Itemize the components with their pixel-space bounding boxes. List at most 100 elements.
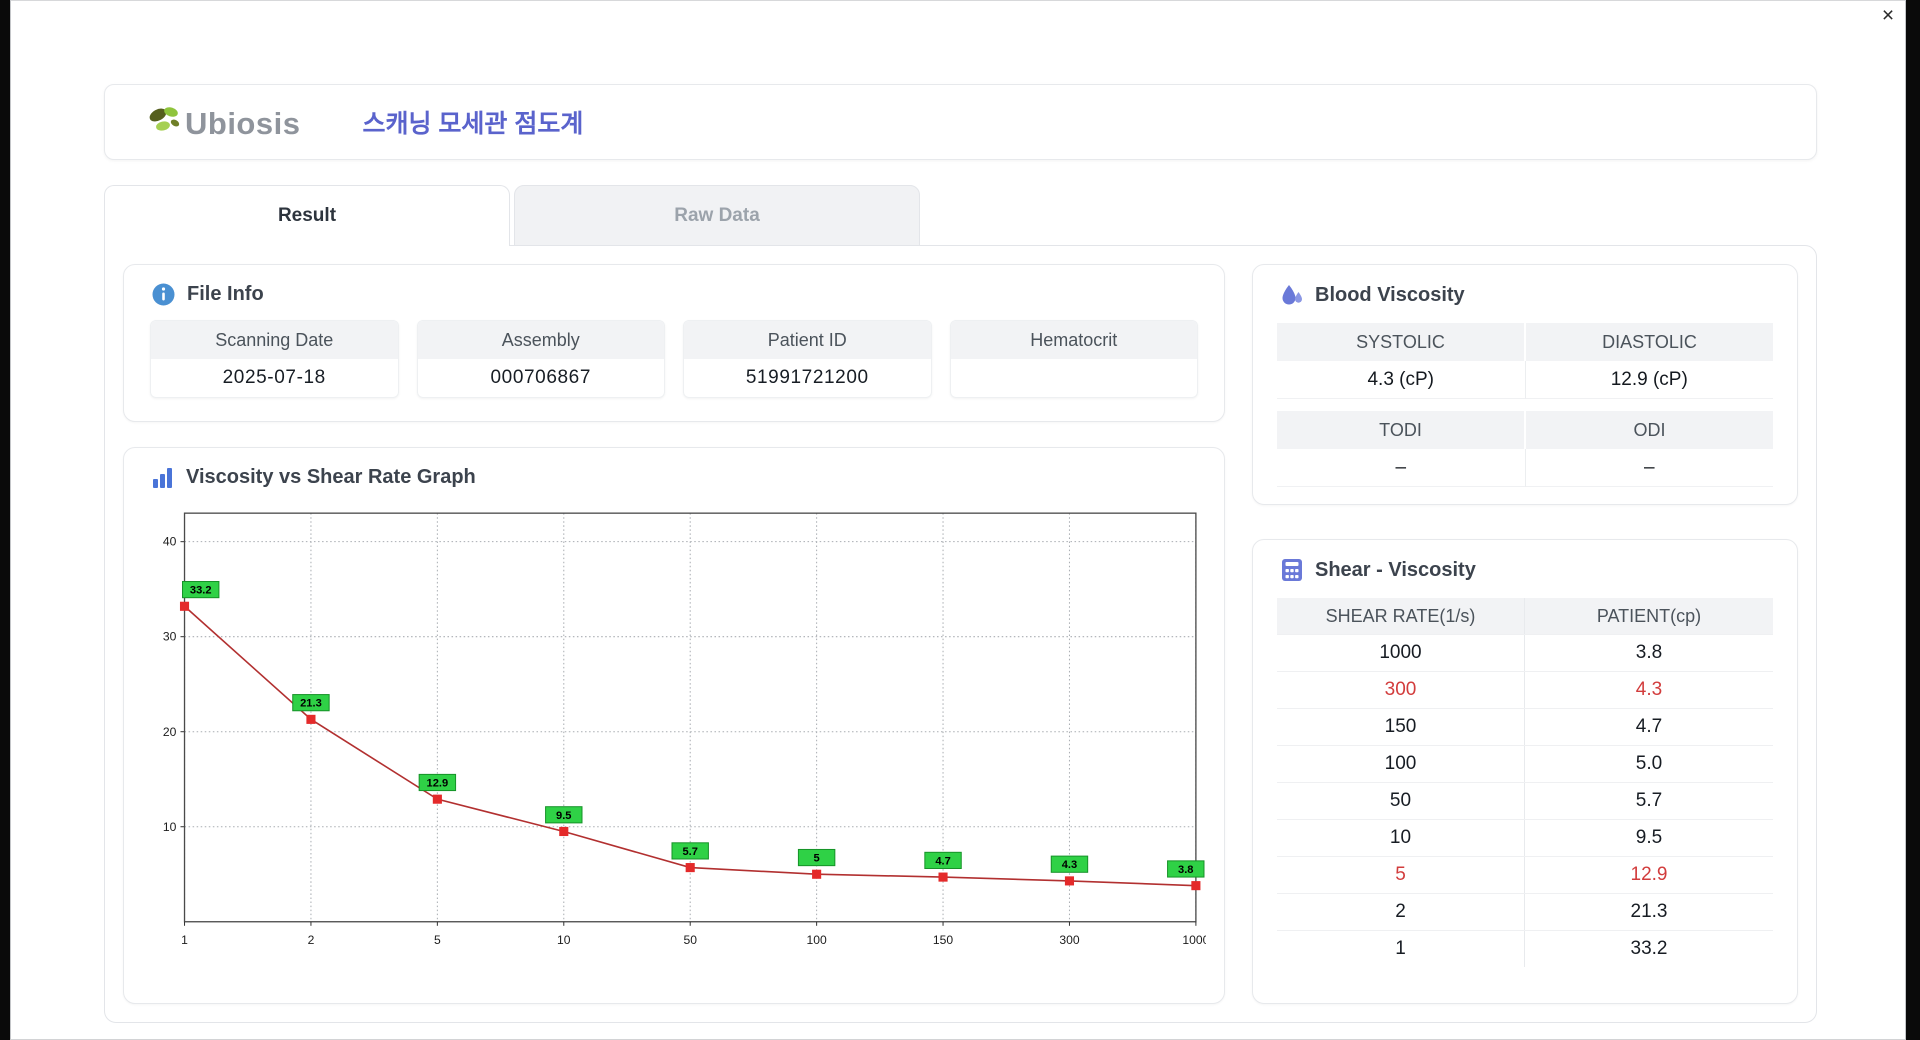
shear-row: 150 4.7 <box>1277 708 1773 745</box>
file-info-title: File Info <box>187 283 264 305</box>
viscosity-chart: 10 20 30 40 1 33.2 2 21.3 5 12.9 10 9.5 50 5.7 100 5 150… <box>138 499 1206 966</box>
right-column: Blood Viscosity SYSTOLIC DIASTOLIC 4.3 (cP… <box>1252 264 1798 1004</box>
shear-row: 300 4.3 <box>1277 671 1773 708</box>
field-value <box>951 359 1198 397</box>
bv-value-row: – – <box>1277 449 1773 487</box>
patient-value-cell: 4.7 <box>1635 716 1663 737</box>
bv-group: SYSTOLIC DIASTOLIC 4.3 (cP) 12.9 (cP) <box>1277 323 1773 399</box>
shear-row: 100 5.0 <box>1277 745 1773 782</box>
shear-rate-cell: 5 <box>1277 857 1525 893</box>
patient-value-cell: 5.0 <box>1635 753 1663 774</box>
patient-value-cell: 12.9 <box>1630 864 1668 885</box>
logo-text: Ubiosis <box>185 106 301 141</box>
svg-text:9.5: 9.5 <box>556 810 571 822</box>
svg-text:33.2: 33.2 <box>190 585 212 597</box>
svg-text:12.9: 12.9 <box>427 778 449 790</box>
page-content: Ubiosis 스캐닝 모세관 점도계 Result Raw Data File <box>11 1 1905 1039</box>
svg-text:10: 10 <box>557 933 571 947</box>
tab-raw-data[interactable]: Raw Data <box>514 185 920 246</box>
shear-column-header: PATIENT(cp) <box>1596 606 1702 626</box>
patient-value-cell: 5.7 <box>1635 790 1663 811</box>
field-value: 51991721200 <box>745 367 869 388</box>
close-icon[interactable]: × <box>1875 3 1901 29</box>
bv-header-row: SYSTOLIC DIASTOLIC <box>1277 323 1773 361</box>
shear-rate-cell: 100 <box>1277 746 1525 782</box>
tab-result[interactable]: Result <box>104 185 510 246</box>
svg-text:50: 50 <box>683 933 697 947</box>
shear-row: 1 33.2 <box>1277 930 1773 967</box>
field-label: Assembly <box>417 321 664 359</box>
graph-card: Viscosity vs Shear Rate Graph 10 20 30 40 1 3… <box>123 447 1225 1004</box>
field-value: 000706867 <box>490 367 591 388</box>
svg-text:1000: 1000 <box>1182 933 1206 947</box>
calculator-icon <box>1282 559 1302 581</box>
blood-viscosity-table: SYSTOLIC DIASTOLIC 4.3 (cP) 12.9 (cP) TODI OD… <box>1277 323 1773 487</box>
page-title: 스캐닝 모세관 점도계 <box>362 110 584 138</box>
bv-header-cell: TODI <box>1277 411 1524 449</box>
bv-value-cell: – <box>1524 449 1773 487</box>
shear-viscosity-table: SHEAR RATE(1/s) PATIENT(cp) 1000 3.8 300 4.3 1… <box>1277 598 1773 967</box>
bv-value-cell: 12.9 (cP) <box>1524 361 1773 399</box>
svg-text:4.7: 4.7 <box>935 855 950 867</box>
file-info-field: Patient ID 51991721200 <box>683 320 932 398</box>
shear-viscosity-title: Shear - Viscosity <box>1315 558 1476 581</box>
patient-value-cell: 33.2 <box>1630 938 1668 959</box>
bv-value-cell: 4.3 (cP) <box>1277 361 1525 399</box>
tab-bar: Result Raw Data <box>104 185 1817 246</box>
info-icon <box>152 283 175 306</box>
droplet-icon <box>1282 285 1302 305</box>
svg-text:5.7: 5.7 <box>682 846 697 858</box>
shear-rate-cell: 300 <box>1277 672 1525 708</box>
file-info-fields: Scanning Date 2025-07-18 Assembly 000706867… <box>150 320 1198 398</box>
svg-text:3.8: 3.8 <box>1178 864 1193 876</box>
file-info-field: Hematocrit <box>949 320 1198 398</box>
patient-value-cell: 3.8 <box>1635 642 1663 663</box>
file-info-field: Assembly 000706867 <box>416 320 665 398</box>
shear-row: 50 5.7 <box>1277 782 1773 819</box>
shear-row: 10 9.5 <box>1277 819 1773 856</box>
shear-column-header: SHEAR RATE(1/s) <box>1277 598 1525 634</box>
blood-viscosity-card: Blood Viscosity SYSTOLIC DIASTOLIC 4.3 (cP… <box>1252 264 1798 505</box>
bv-value-row: 4.3 (cP) 12.9 (cP) <box>1277 361 1773 399</box>
svg-text:40: 40 <box>163 535 177 549</box>
svg-text:30: 30 <box>163 630 177 644</box>
viscosity-chart-svg: 10 20 30 40 1 33.2 2 21.3 5 12.9 10 9.5 50 5.7 100 5 150… <box>163 512 1206 947</box>
shear-row: 2 21.3 <box>1277 893 1773 930</box>
svg-text:300: 300 <box>1059 933 1079 947</box>
patient-value-cell: 9.5 <box>1635 827 1663 848</box>
bar-chart-icon <box>153 467 172 488</box>
header-card: Ubiosis 스캐닝 모세관 점도계 <box>104 84 1817 160</box>
shear-header-row: SHEAR RATE(1/s) PATIENT(cp) <box>1277 598 1773 634</box>
shear-viscosity-title-row: Shear - Viscosity <box>1253 540 1797 582</box>
shear-rate-cell: 1 <box>1277 931 1525 967</box>
ubiosis-logo: Ubiosis <box>147 105 300 139</box>
shear-rate-cell: 50 <box>1277 783 1525 819</box>
graph-title: Viscosity vs Shear Rate Graph <box>186 466 476 488</box>
logo-leaf-icon <box>149 107 180 131</box>
shear-row: 1000 3.8 <box>1277 634 1773 671</box>
field-label: Hematocrit <box>950 321 1197 359</box>
svg-text:1: 1 <box>181 933 188 947</box>
svg-text:5: 5 <box>814 853 820 865</box>
shear-rate-cell: 150 <box>1277 709 1525 745</box>
blood-viscosity-title: Blood Viscosity <box>1315 283 1465 306</box>
field-value: 2025-07-18 <box>222 367 326 388</box>
svg-text:4.3: 4.3 <box>1062 859 1077 871</box>
bv-header-cell: ODI <box>1524 411 1773 449</box>
patient-value-cell: 4.3 <box>1635 679 1663 700</box>
svg-text:20: 20 <box>163 725 177 739</box>
bv-header-cell: DIASTOLIC <box>1524 323 1773 361</box>
svg-text:21.3: 21.3 <box>300 698 322 710</box>
bv-group: TODI ODI – – <box>1277 411 1773 487</box>
main-panel: File Info Scanning Date 2025-07-18 Assembl… <box>104 245 1817 1023</box>
bv-header-cell: SYSTOLIC <box>1277 323 1524 361</box>
svg-text:100: 100 <box>807 933 827 947</box>
file-info-card: File Info Scanning Date 2025-07-18 Assembl… <box>123 264 1225 422</box>
svg-text:5: 5 <box>434 933 441 947</box>
bv-header-row: TODI ODI <box>1277 411 1773 449</box>
shear-viscosity-card: Shear - Viscosity SHEAR RATE(1/s) PATIENT… <box>1252 539 1798 1004</box>
app-window: × Ubiosis 스캐닝 모세관 점도계 Result Raw Data Fi… <box>10 0 1906 1040</box>
blood-viscosity-title-row: Blood Viscosity <box>1253 265 1797 307</box>
shear-row: 5 12.9 <box>1277 856 1773 893</box>
svg-text:10: 10 <box>163 820 177 834</box>
